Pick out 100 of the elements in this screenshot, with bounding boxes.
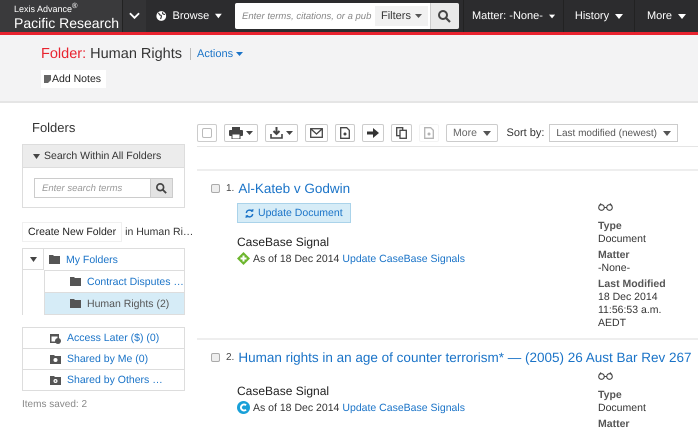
download-button[interactable]: [265, 124, 298, 142]
search-icon: [156, 182, 167, 194]
download-icon: [270, 127, 283, 139]
matter-menu[interactable]: Matter: -None-: [463, 0, 563, 32]
meta-value: Document: [598, 233, 647, 246]
glasses-icon: [598, 372, 613, 380]
caret-icon: [215, 13, 222, 19]
sort-dropdown[interactable]: Last modified (newest): [549, 124, 678, 142]
positive-signal-icon: [237, 252, 250, 265]
arrow-button[interactable]: [362, 124, 384, 142]
brand-title: Pacific Research: [14, 14, 118, 32]
more-menu[interactable]: More: [634, 0, 698, 32]
folder-icon: [70, 299, 81, 308]
note-icon: [44, 75, 51, 83]
folder-label: Folder:: [41, 46, 86, 62]
folder-icon: [70, 277, 81, 286]
caret-icon: [678, 14, 686, 18]
meta-label: Matter: [598, 249, 631, 262]
glasses-icon: [598, 203, 613, 211]
signal-heading: CaseBase Signal: [237, 235, 330, 249]
result-number: 1.: [226, 183, 234, 194]
more-button[interactable]: More: [446, 124, 498, 142]
signal-date: As of 18 Dec 2014: [253, 252, 340, 264]
copy-button[interactable]: [391, 124, 412, 142]
signal-heading: CaseBase Signal: [237, 384, 330, 398]
update-document-button[interactable]: Update Document: [237, 203, 351, 223]
update-signals-link[interactable]: Update CaseBase Signals: [342, 402, 465, 414]
search-field[interactable]: Enter terms, citations, or a pub: [235, 3, 375, 29]
calendar-clock-icon: [50, 332, 61, 344]
history-menu[interactable]: History: [563, 0, 634, 32]
caret-icon: [663, 130, 671, 136]
email-button[interactable]: [305, 124, 328, 142]
target-folder-label: in Human Ri…: [125, 226, 194, 238]
arrow-right-icon: [367, 128, 379, 138]
caret-icon: [33, 154, 40, 158]
items-saved-count: Items saved: 2: [22, 399, 88, 410]
caret-icon: [286, 131, 293, 135]
product-logo[interactable]: Lexis Advance$^{®}$ Pacific Research: [0, 0, 122, 32]
caret-icon: [482, 130, 491, 136]
result-checkbox[interactable]: [211, 184, 220, 193]
folder-item[interactable]: My Folders: [44, 249, 184, 271]
result-checkbox[interactable]: [211, 353, 220, 362]
update-signals-link[interactable]: Update CaseBase Signals: [342, 252, 465, 264]
brand-subtitle: Lexis Advance$^{®}$: [14, 0, 79, 14]
meta-label: Matter: [598, 418, 631, 431]
document-icon: [424, 127, 434, 139]
chevron-down-icon: [129, 12, 140, 20]
caret-icon: [246, 131, 253, 135]
meta-value: 18 Dec 2014: [598, 291, 659, 304]
meta-value: 11:56:53 a.m.: [598, 304, 662, 317]
list-label: Shared by Me (0): [67, 353, 148, 365]
meta-value: -None-: [598, 262, 632, 275]
meta-label: Type: [598, 389, 623, 402]
expand-toggle[interactable]: [23, 249, 44, 270]
caret-icon: [414, 14, 422, 18]
browse-menu[interactable]: Browse: [146, 0, 230, 32]
meta-value: AEDT: [598, 317, 628, 330]
result-title-link[interactable]: Al-Kateb v Godwin: [238, 181, 350, 196]
filters-button[interactable]: Filters: [375, 3, 430, 29]
shared-folder-icon: [50, 375, 61, 385]
meta-label: Type: [598, 220, 623, 233]
result-title-link[interactable]: Human rights in an age of counter terrorism* — (2005) 26 Aust Bar Rev 267: [238, 350, 692, 365]
caret-icon: [615, 14, 624, 18]
list-label: Access Later ($) (0): [67, 332, 160, 344]
copy-icon: [396, 127, 407, 139]
folder-list-item[interactable]: Shared by Others …: [23, 370, 184, 390]
printer-icon: [229, 127, 243, 139]
actions-menu[interactable]: Actions: [190, 48, 244, 60]
search-panel-header[interactable]: Search Within All Folders: [23, 145, 184, 168]
cautionary-signal-icon: [237, 401, 250, 414]
result-number: 2.: [226, 352, 234, 363]
caret-icon: [30, 256, 36, 262]
meta-label: Last Modified: [598, 278, 667, 291]
folder-icon: [49, 255, 60, 264]
envelope-icon: [310, 128, 323, 138]
folder-search-field[interactable]: Enter search terms: [34, 178, 150, 198]
document-button[interactable]: [335, 124, 355, 142]
search-button[interactable]: [150, 178, 173, 198]
folder-name: Human Rights: [90, 46, 182, 62]
folder-list-item[interactable]: Access Later ($) (0): [23, 328, 184, 349]
globe-icon: [156, 9, 167, 23]
print-button[interactable]: [224, 124, 258, 142]
caret-icon: [548, 14, 555, 18]
folders-heading: Folders: [31, 120, 76, 135]
search-icon: [438, 10, 452, 22]
signal-date: As of 18 Dec 2014: [253, 402, 340, 414]
add-notes-button[interactable]: Add Notes: [41, 70, 106, 88]
folder-item[interactable]: Human Rights (2): [44, 293, 184, 315]
folder-list-item[interactable]: Shared by Me (0): [23, 349, 184, 370]
shared-folder-icon: [50, 354, 61, 364]
search-button[interactable]: [430, 3, 459, 29]
meta-value: Document: [598, 402, 647, 415]
caret-icon: [236, 52, 244, 56]
sort-label: Sort by:: [506, 127, 544, 139]
checkbox[interactable]: [202, 128, 212, 138]
refresh-icon: [245, 208, 254, 218]
list-label: Shared by Others …: [67, 374, 163, 386]
create-folder-button[interactable]: Create New Folder: [22, 222, 122, 242]
document-icon: [340, 127, 350, 139]
product-menu-button[interactable]: [122, 0, 146, 32]
